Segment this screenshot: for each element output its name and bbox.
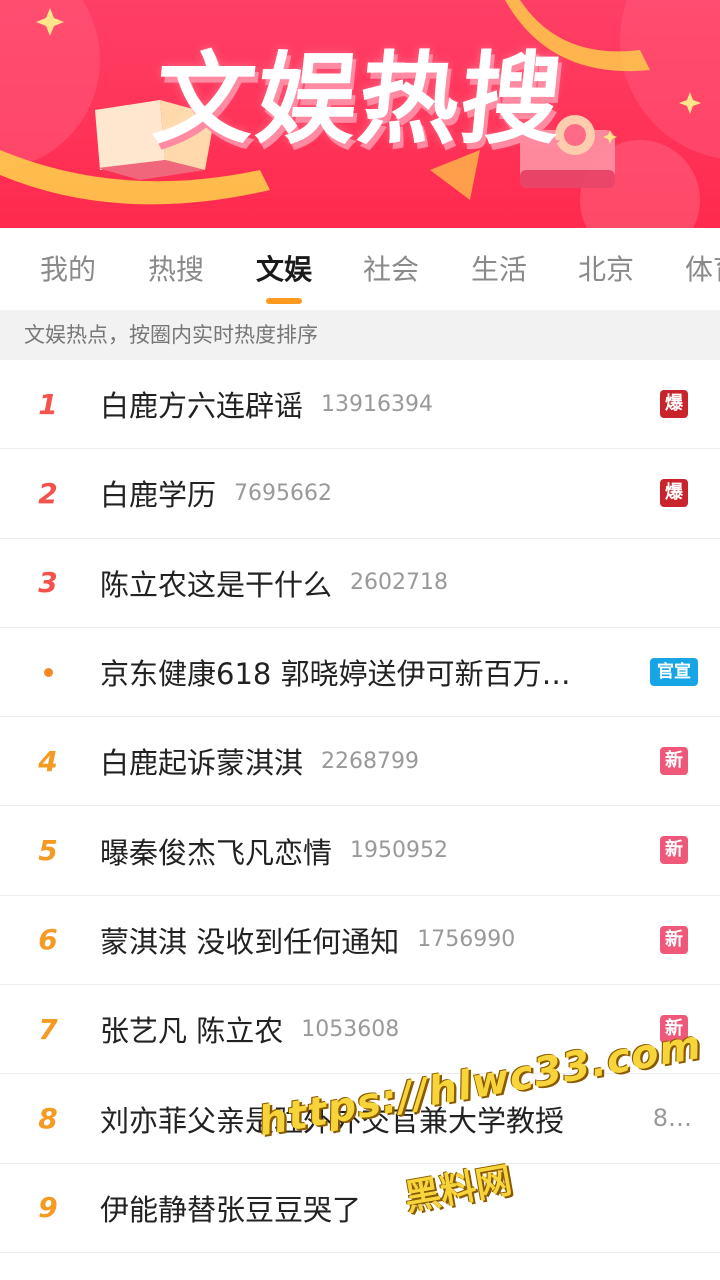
hot-badge: 爆: [660, 479, 688, 508]
banner-title: 文娱热搜: [148, 41, 570, 158]
official-badge: 官宣: [650, 657, 698, 686]
list-item[interactable]: 1 白鹿方六连辟谣 13916394 爆: [0, 360, 720, 450]
new-badge: 新: [660, 925, 688, 954]
list-item[interactable]: 3 陈立农这是干什么 2602718: [0, 539, 720, 628]
tab-mine[interactable]: 我的: [40, 250, 96, 290]
topic-title: 曝秦俊杰飞凡恋情: [100, 835, 333, 870]
topic-title: 白鹿学历: [100, 478, 217, 513]
heat-count: 1053608: [301, 1016, 400, 1042]
tab-life[interactable]: 生活: [471, 250, 527, 290]
new-badge: 新: [660, 836, 688, 865]
list-item[interactable]: 5 曝秦俊杰飞凡恋情 1950952 新: [0, 806, 720, 896]
rank-number: 3: [38, 566, 58, 600]
topic-title: 白鹿方六连辟谣: [100, 389, 304, 424]
active-tab-indicator: [266, 298, 302, 304]
topic-title: 京东健康618 郭晓婷送伊可新百万…: [100, 657, 571, 692]
list-item-promoted[interactable]: 京东健康618 郭晓婷送伊可新百万… 官宣: [0, 628, 720, 718]
banner: 文娱热搜: [0, 0, 720, 228]
heat-count: 2268799: [321, 748, 419, 774]
rank-number: 4: [38, 744, 58, 778]
heat-count: 8…: [652, 1104, 692, 1133]
heat-count: 1950952: [350, 838, 448, 864]
list-item[interactable]: 9 伊能静替张豆豆哭了: [0, 1164, 720, 1253]
rank-number: 2: [38, 476, 58, 510]
rank-number: 5: [38, 834, 58, 868]
topic-title: 白鹿起诉蒙淇淇: [100, 746, 304, 781]
new-badge: 新: [660, 747, 688, 776]
rank-number: 8: [38, 1102, 58, 1136]
rank-number: 7: [38, 1012, 58, 1046]
tab-entertainment[interactable]: 文娱: [256, 250, 312, 290]
heat-count: 2602718: [350, 570, 448, 596]
heat-count: 13916394: [321, 391, 433, 417]
topic-title: 蒙淇淇 没收到任何通知: [100, 924, 400, 959]
list-item[interactable]: 4 白鹿起诉蒙淇淇 2268799 新: [0, 717, 720, 807]
list-item[interactable]: 6 蒙淇淇 没收到任何通知 1756990 新: [0, 896, 720, 986]
tab-beijing[interactable]: 北京: [578, 250, 634, 290]
rank-number: 9: [38, 1191, 58, 1225]
topic-title: 陈立农这是干什么: [100, 567, 333, 602]
hot-badge: 爆: [660, 390, 688, 418]
heat-count: 1756990: [417, 927, 516, 953]
promoted-dot-icon: [0, 667, 100, 677]
heat-count: 7695662: [234, 480, 332, 506]
rank-number: 6: [38, 923, 58, 957]
tab-hot-search[interactable]: 热搜: [148, 250, 204, 290]
topic-title: 伊能静替张豆豆哭了: [100, 1192, 362, 1227]
topic-title: 张艺凡 陈立农: [100, 1014, 284, 1049]
tab-sports[interactable]: 体育: [685, 250, 720, 290]
tab-society[interactable]: 社会: [363, 250, 419, 290]
rank-number: 1: [38, 387, 58, 421]
category-tabs: 我的 热搜 文娱 社会 生活 北京 体育: [0, 228, 720, 310]
list-item[interactable]: 2 白鹿学历 7695662 爆: [0, 449, 720, 539]
hint-bar: 文娱热点，按圈内实时热度排序: [0, 310, 720, 360]
